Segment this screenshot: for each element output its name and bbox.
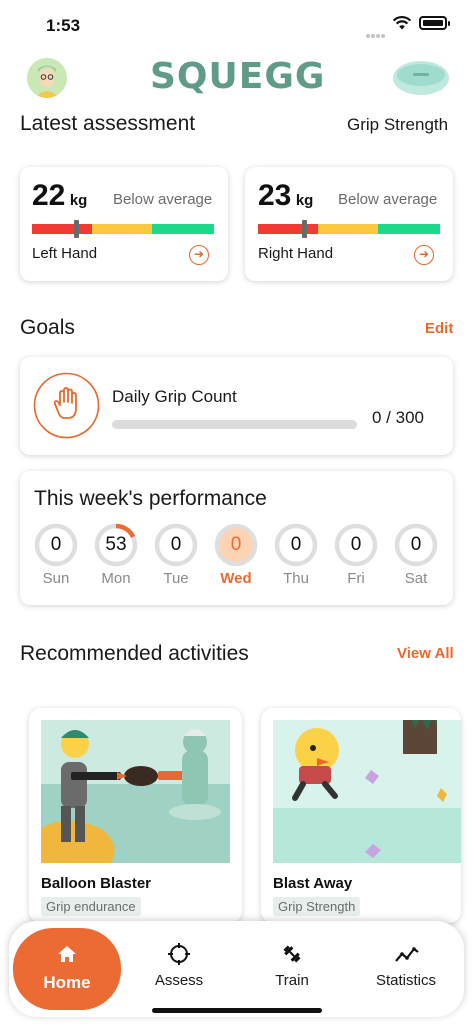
day-label: Sun — [42, 570, 70, 587]
day-label: Thu — [283, 570, 309, 587]
left-hand-rating: Below average — [113, 191, 213, 208]
wifi-icon — [392, 16, 412, 30]
daily-goal-progress-bar — [112, 420, 357, 429]
right-hand-unit: kg — [295, 192, 314, 209]
nav-home-label: Home — [43, 973, 91, 992]
assessment-type[interactable]: Grip Strength — [347, 115, 448, 135]
blast-away-illustration — [273, 720, 461, 863]
daily-goal-title: Daily Grip Count — [112, 387, 237, 406]
status-time: 1:53 — [46, 16, 81, 35]
nav-assess-label: Assess — [154, 972, 204, 989]
activity-title: Balloon Blaster — [41, 875, 152, 892]
left-hand-card[interactable]: 22 kg Below average Left Hand ➜ — [20, 167, 228, 281]
activity-tag: Grip endurance — [41, 897, 141, 916]
left-hand-unit: kg — [69, 192, 88, 209]
nav-statistics-button[interactable]: Statistics — [361, 942, 451, 1002]
right-hand-arrow-icon[interactable]: ➜ — [414, 245, 434, 265]
avatar[interactable] — [27, 58, 67, 98]
day-tue[interactable]: 0 Tue — [154, 523, 198, 587]
nav-home-button[interactable]: Home — [13, 928, 121, 1010]
activity-card-balloon-blaster[interactable]: Balloon Blaster Grip endurance — [29, 708, 242, 923]
assessment-title: Latest assessment — [20, 112, 196, 135]
day-fri[interactable]: 0 Fri — [334, 523, 378, 587]
signal-icon — [366, 25, 386, 38]
activity-title: Blast Away — [273, 875, 353, 892]
home-indicator — [152, 1008, 322, 1013]
battery-icon — [419, 16, 450, 30]
left-strength-bar — [32, 224, 214, 234]
day-sun[interactable]: 0 Sun — [34, 523, 78, 587]
nav-statistics-label: Statistics — [375, 972, 436, 989]
right-hand-label: Right Hand — [258, 245, 334, 262]
right-hand-rating: Below average — [338, 191, 438, 208]
day-count: 53 — [105, 534, 127, 555]
app-logo: SQUEGG — [150, 56, 326, 97]
right-strength-bar — [258, 224, 440, 234]
home-icon — [58, 946, 76, 962]
day-label: Fri — [347, 570, 365, 587]
hand-icon — [33, 372, 100, 439]
day-count: 0 — [170, 534, 182, 555]
nav-assess-button[interactable]: Assess — [134, 942, 224, 1002]
view-all-button[interactable]: View All — [397, 645, 454, 662]
right-hand-value: 23 — [258, 179, 292, 212]
right-hand-card[interactable]: 23 kg Below average Right Hand ➜ — [245, 167, 453, 281]
left-hand-label: Left Hand — [32, 245, 98, 262]
left-strength-marker — [73, 220, 79, 238]
week-title: This week's performance — [34, 487, 267, 510]
day-mon[interactable]: 53 Mon — [94, 523, 138, 587]
day-label: Tue — [163, 570, 189, 587]
crosshair-icon — [168, 943, 190, 965]
balloon-blaster-illustration — [41, 720, 230, 863]
day-count: 0 — [290, 534, 302, 555]
activity-card-blast-away[interactable]: Blast Away Grip Strength — [261, 708, 461, 923]
nav-train-label: Train — [275, 972, 309, 989]
day-count: 0 — [230, 534, 242, 555]
day-label: Sat — [404, 570, 428, 587]
left-hand-arrow-icon[interactable]: ➜ — [189, 245, 209, 265]
day-count: 0 — [410, 534, 422, 555]
dumbbell-icon — [283, 945, 301, 963]
line-chart-icon — [395, 947, 419, 962]
daily-grip-card[interactable]: Daily Grip Count 0 / 300 — [20, 357, 453, 455]
day-label: Wed — [220, 570, 252, 587]
day-sat[interactable]: 0 Sat — [394, 523, 438, 587]
day-count: 0 — [50, 534, 62, 555]
day-count: 0 — [350, 534, 362, 555]
right-strength-marker — [301, 220, 307, 238]
goals-edit-button[interactable]: Edit — [425, 320, 453, 337]
device-icon[interactable] — [392, 60, 450, 96]
day-label: Mon — [101, 570, 131, 587]
nav-train-button[interactable]: Train — [247, 942, 337, 1002]
day-wed[interactable]: 0 Wed — [214, 523, 258, 587]
left-hand-value: 22 — [32, 179, 66, 212]
activity-tag: Grip Strength — [273, 897, 361, 916]
activities-title: Recommended activities — [20, 642, 249, 665]
goals-title: Goals — [20, 316, 75, 339]
daily-goal-value: 0 / 300 — [372, 408, 424, 427]
day-thu[interactable]: 0 Thu — [274, 523, 318, 587]
